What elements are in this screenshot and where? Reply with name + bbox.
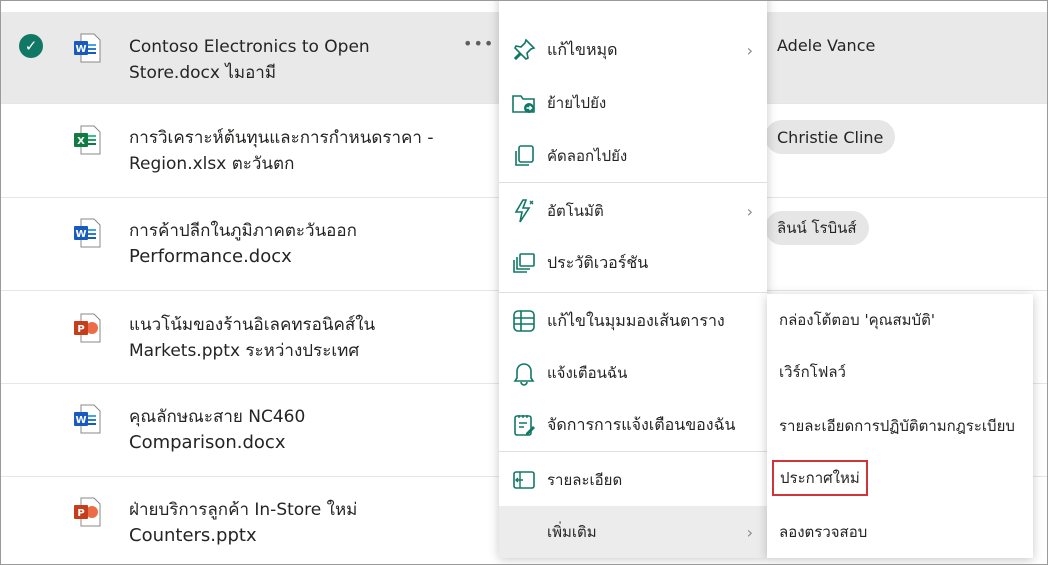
- file-name-line2: Region.xlsx ตะวันตก: [129, 154, 295, 174]
- more-options-button[interactable]: •••: [463, 34, 494, 53]
- submenu-item-label: กล่องโต้ตอบ 'คุณสมบัติ': [779, 311, 935, 329]
- menu-item-label: คัดลอกไปยัง: [547, 147, 628, 165]
- file-name[interactable]: ฝ่ายบริการลูกค้า In-Store ใหม่ Counters.…: [129, 497, 357, 549]
- svg-text:W: W: [75, 44, 86, 55]
- copy-to-icon: [515, 145, 534, 166]
- menu-item-version-history[interactable]: ประวัติเวอร์ชัน: [499, 237, 767, 289]
- svg-text:W: W: [75, 229, 86, 240]
- file-name-line1: การค้าปลีกในภูมิภาคตะวันออก: [129, 221, 357, 241]
- file-name[interactable]: การค้าปลีกในภูมิภาคตะวันออก Performance.…: [129, 218, 357, 270]
- file-name-line1: ฝ่ายบริการลูกค้า In-Store ใหม่: [129, 500, 358, 520]
- file-name[interactable]: Contoso Electronics to Open Store.docx ไ…: [129, 34, 370, 86]
- more-submenu: กล่องโต้ตอบ 'คุณสมบัติ' เวิร์กโฟลว์ รายล…: [767, 294, 1033, 558]
- menu-item-alert-me[interactable]: แจ้งเตือนฉัน: [499, 347, 767, 399]
- submenu-item-label: ลองตรวจสอบ: [779, 523, 868, 541]
- file-list-view: ✓ W Contoso Electronics to Open Store.do…: [0, 0, 1048, 565]
- file-name-line2: Comparison.docx: [129, 432, 286, 453]
- submenu-item-label: รายละเอียดการปฏิบัติตามกฎระเบียบ: [779, 417, 1015, 435]
- menu-item-label: เพิ่มเติม: [547, 523, 597, 541]
- submenu-item-label: เวิร์กโฟลว์: [779, 363, 846, 381]
- menu-separator: [499, 182, 767, 183]
- word-file-icon: W: [74, 404, 101, 434]
- file-name[interactable]: แนวโน้มของร้านอิเลคทรอนิคส์ใน Markets.pp…: [129, 312, 375, 364]
- powerpoint-file-icon: P: [74, 497, 101, 527]
- file-name-line1: แนวโน้มของร้านอิเลคทรอนิคส์ใน: [129, 315, 376, 335]
- file-name[interactable]: การวิเคราะห์ต้นทุนและการกำหนดราคา - Regi…: [129, 125, 434, 177]
- menu-item-label: อัตโนมัติ: [547, 202, 604, 220]
- menu-separator: [499, 292, 767, 293]
- submenu-item-workflow[interactable]: เวิร์กโฟลว์: [767, 346, 1033, 398]
- powerpoint-file-icon: P: [74, 313, 101, 343]
- menu-item-label: แก้ไขหมุด: [547, 39, 618, 59]
- menu-separator: [499, 451, 767, 452]
- chevron-right-icon: ›: [746, 201, 753, 221]
- menu-item-more[interactable]: เพิ่มเติม ›: [499, 506, 767, 558]
- submenu-item-label: ประกาศใหม่: [772, 460, 868, 496]
- menu-item-copy-to[interactable]: คัดลอกไปยัง: [499, 130, 767, 182]
- menu-item-grid-view[interactable]: แก้ไขในมุมมองเส้นตาราง: [499, 295, 767, 347]
- menu-item-label: แจ้งเตือนฉัน: [547, 364, 628, 382]
- svg-text:P: P: [77, 508, 84, 519]
- svg-text:X: X: [77, 136, 85, 147]
- version-history-icon: [513, 253, 535, 273]
- file-name-line2: Store.docx ไมอามี: [129, 63, 277, 83]
- submenu-item-new-announcement[interactable]: ประกาศใหม่: [767, 452, 1033, 504]
- word-file-icon: W: [74, 218, 101, 248]
- file-name-line2: Counters.pptx: [129, 525, 257, 546]
- excel-file-icon: X: [74, 125, 101, 155]
- menu-item-label: ประวัติเวอร์ชัน: [547, 252, 649, 272]
- file-name-line2: Markets.pptx ระหว่างประเทศ: [129, 341, 360, 361]
- menu-item-move-to[interactable]: ย้ายไปยัง: [499, 77, 767, 129]
- submenu-item-try-check[interactable]: ลองตรวจสอบ: [767, 506, 1033, 558]
- person-pill[interactable]: Christie Cline: [765, 120, 896, 154]
- file-name[interactable]: คุณลักษณะสาย NC460 Comparison.docx: [129, 404, 305, 456]
- submenu-item-compliance-details[interactable]: รายละเอียดการปฏิบัติตามกฎระเบียบ: [767, 400, 1033, 452]
- context-menu: แก้ไขหมุด › ย้ายไปยัง คัดลอกไปยัง อัตโนม…: [499, 1, 767, 558]
- file-name-line1: Contoso Electronics to Open: [129, 37, 370, 57]
- grid-view-icon: [513, 310, 535, 332]
- person-pill[interactable]: ลินน์ โรบินส์: [765, 211, 869, 245]
- svg-text:W: W: [75, 415, 86, 426]
- move-to-icon: [512, 95, 535, 113]
- svg-text:P: P: [77, 324, 84, 335]
- file-name-line2: Performance.docx: [129, 246, 292, 267]
- automate-icon: [514, 199, 534, 223]
- modified-by: Adele Vance: [777, 36, 876, 55]
- manage-alerts-icon: [514, 415, 535, 436]
- menu-item-edit-pin[interactable]: แก้ไขหมุด ›: [499, 24, 767, 76]
- menu-item-automate[interactable]: อัตโนมัติ ›: [499, 185, 767, 237]
- menu-item-manage-alerts[interactable]: จัดการการแจ้งเตือนของฉัน: [499, 399, 767, 451]
- menu-item-label: ย้ายไปยัง: [547, 94, 607, 112]
- file-name-line1: คุณลักษณะสาย NC460: [129, 407, 306, 427]
- pin-icon: [513, 38, 536, 61]
- menu-item-details[interactable]: รายละเอียด: [499, 454, 767, 506]
- menu-item-label: จัดการการแจ้งเตือนของฉัน: [547, 414, 736, 434]
- menu-item-label: รายละเอียด: [547, 471, 623, 489]
- submenu-item-properties-dialog[interactable]: กล่องโต้ตอบ 'คุณสมบัติ': [767, 294, 1033, 346]
- checkmark-icon[interactable]: ✓: [19, 34, 43, 58]
- bell-icon: [513, 363, 535, 386]
- details-icon: [513, 471, 535, 489]
- word-file-icon: W: [74, 33, 101, 63]
- menu-item-label: แก้ไขในมุมมองเส้นตาราง: [547, 310, 725, 330]
- chevron-right-icon: ›: [746, 522, 753, 542]
- chevron-right-icon: ›: [746, 40, 753, 60]
- file-name-line1: การวิเคราะห์ต้นทุนและการกำหนดราคา -: [129, 128, 434, 148]
